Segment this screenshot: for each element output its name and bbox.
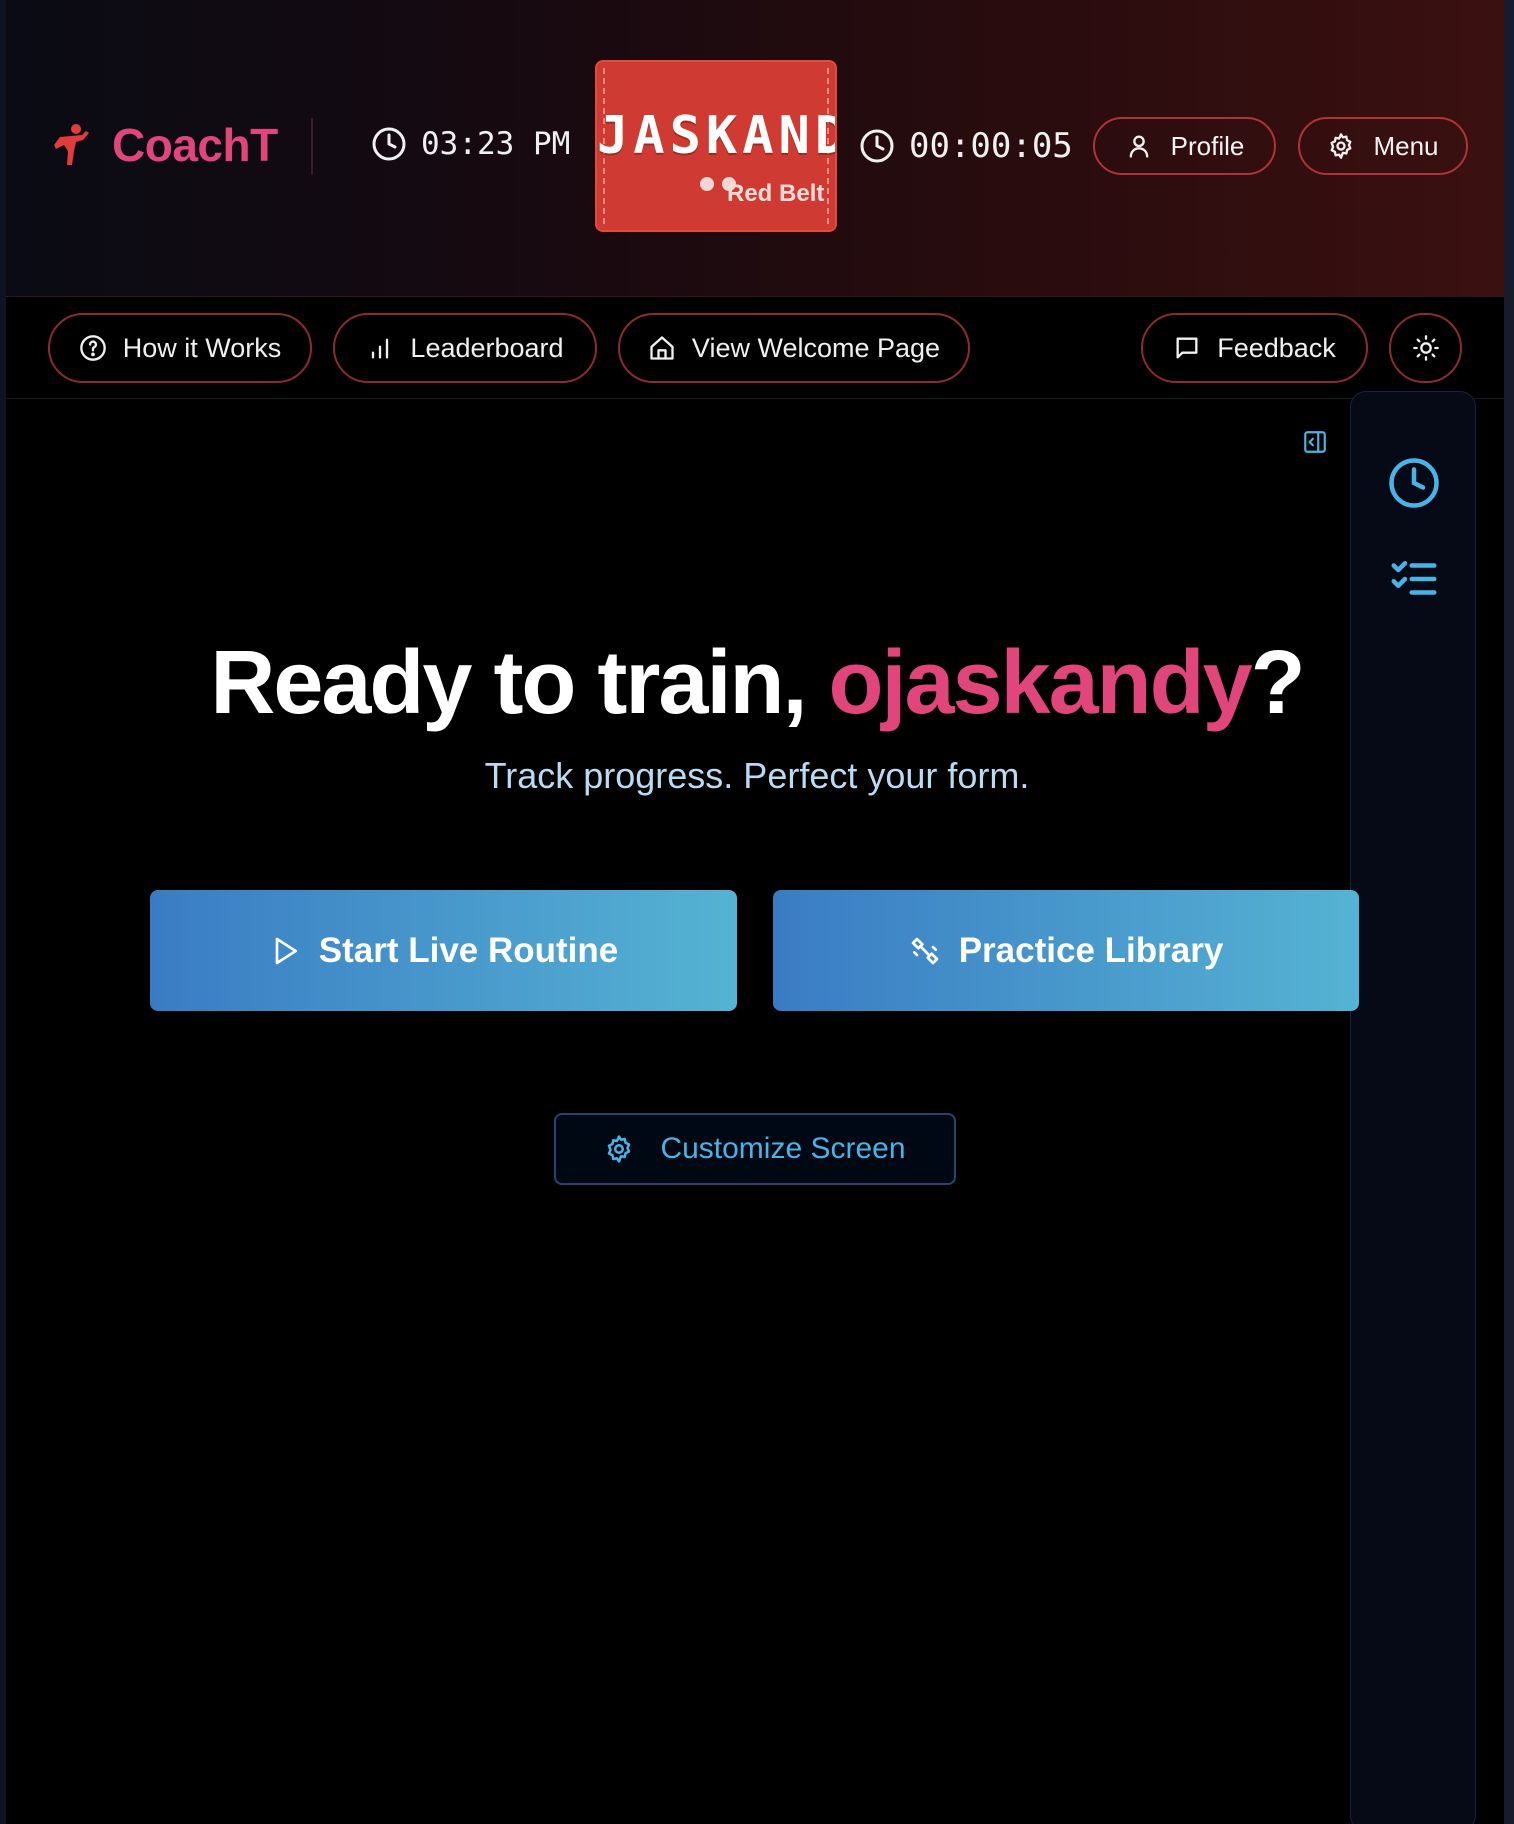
leaderboard-label: Leaderboard <box>410 332 564 363</box>
practice-library-label: Practice Library <box>958 930 1224 970</box>
right-sidebar <box>1350 391 1476 1824</box>
secondary-nav: How it Works Leaderboard View Welcome Pa… <box>6 297 1504 399</box>
gear-icon <box>1330 133 1352 159</box>
brand-name: CoachT <box>112 119 278 171</box>
customize-screen-label: Customize Screen <box>660 1132 906 1165</box>
greeting-subtitle: Track progress. Perfect your form. <box>484 755 1030 796</box>
customize-screen-button[interactable]: Customize Screen <box>554 1113 956 1185</box>
clock-icon <box>860 129 894 163</box>
how-it-works-label: How it Works <box>122 332 282 363</box>
feedback-label: Feedback <box>1217 332 1336 363</box>
belt-name: JASKAND <box>597 106 837 166</box>
menu-button[interactable]: Menu <box>1298 117 1468 175</box>
session-timer: 00:00:05 <box>859 126 1073 166</box>
message-icon <box>1176 337 1198 359</box>
leaderboard-button[interactable]: Leaderboard <box>333 313 597 383</box>
belt-rank: Red Belt <box>727 180 825 207</box>
start-live-routine-label: Start Live Routine <box>318 930 619 970</box>
timer-value: 00:00:05 <box>909 126 1073 166</box>
theme-toggle-button[interactable] <box>1389 313 1462 383</box>
menu-label: Menu <box>1373 130 1439 161</box>
user-icon <box>1129 135 1148 158</box>
feedback-button[interactable]: Feedback <box>1141 313 1368 383</box>
belt-dot <box>700 177 714 191</box>
top-header: CoachT 03:23 PM JASKAND Red Belt 00:00:0… <box>6 0 1504 297</box>
current-time: 03:23 PM <box>371 126 570 162</box>
gear-icon <box>608 1135 631 1163</box>
app-page: CoachT 03:23 PM JASKAND Red Belt 00:00:0… <box>0 0 1514 1824</box>
view-welcome-page-button[interactable]: View Welcome Page <box>618 313 970 383</box>
checklist-icon[interactable] <box>1387 552 1441 606</box>
welcome-label: View Welcome Page <box>691 332 941 363</box>
header-divider <box>311 118 313 174</box>
bar-chart-icon <box>372 338 389 359</box>
greeting-heading: Ready to train, ojaskandy? <box>0 632 1514 735</box>
how-it-works-button[interactable]: How it Works <box>48 313 312 383</box>
home-icon <box>650 336 674 360</box>
help-circle-icon <box>79 335 106 361</box>
start-live-routine-button[interactable]: Start Live Routine <box>150 890 737 1011</box>
profile-button[interactable]: Profile <box>1093 117 1276 175</box>
practice-library-button[interactable]: Practice Library <box>773 890 1359 1011</box>
belt-badge: JASKAND Red Belt <box>595 60 837 232</box>
time-value: 03:23 PM <box>421 126 571 162</box>
sun-icon <box>1412 335 1439 361</box>
profile-label: Profile <box>1170 130 1245 161</box>
greeting-punctuation: ? <box>1250 633 1306 733</box>
greeting-text: Ready to train, <box>210 633 829 733</box>
right-edge <box>1504 0 1514 1824</box>
username: ojaskandy <box>828 633 1252 733</box>
history-clock-icon[interactable] <box>1387 456 1441 510</box>
kick-logo-icon <box>54 124 89 165</box>
play-icon <box>275 937 297 964</box>
brand-logo[interactable]: CoachT <box>52 118 278 172</box>
practice-icon <box>911 937 939 964</box>
clock-icon <box>372 127 406 161</box>
collapse-panel-icon[interactable] <box>1302 429 1328 455</box>
